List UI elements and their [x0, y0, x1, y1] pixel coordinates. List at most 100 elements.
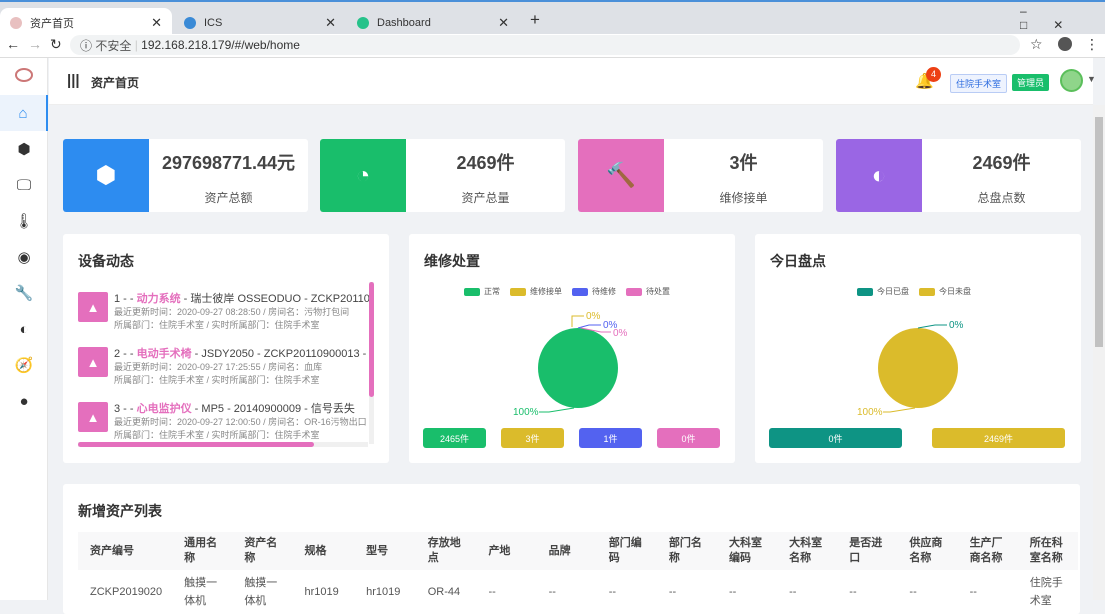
- panel-title: 设备动态: [78, 253, 134, 269]
- repair-pie-chart: 0% 0% 0% 100%: [513, 311, 628, 418]
- update-time: 最近更新时间：2020-09-27 08:28:50 / 房间名：污物打包间: [114, 307, 350, 317]
- tab-label: 资产首页: [30, 18, 74, 30]
- data-label: 100%: [513, 407, 539, 418]
- reload-icon[interactable]: ↻: [50, 36, 62, 53]
- table-cell: 触摸一体机: [244, 577, 278, 607]
- stat-card-total-value: ⬢ 297698771.44元 资产总额: [63, 139, 308, 212]
- stat-value: 2469件: [456, 153, 515, 173]
- stat-label: 资产总量: [461, 191, 510, 205]
- normal-count-button[interactable]: 2465件: [423, 428, 486, 448]
- address-bar-row: ← → ↻ ⓘ 不安全 | 192.168.218.179/#/web/home…: [0, 34, 1105, 58]
- page-title: 资产首页: [91, 76, 140, 90]
- browser-tab-bar: 资产首页 ✕ ICS ✕ Dashboard ✕ + –□✕: [0, 0, 1105, 38]
- department: 所属部门：住院手术室 / 实时所属部门：住院手术室: [114, 375, 320, 385]
- window-controls[interactable]: –□✕: [1020, 4, 1105, 32]
- column-header: 规格: [292, 532, 355, 570]
- repair-panel: 维修处置 正常 维修接单 待维修 待处置 0% 0% 0% 100% 2465件…: [409, 234, 735, 463]
- column-header: 生产厂商名称: [957, 532, 1018, 570]
- counted-today-button[interactable]: 0件: [769, 428, 902, 448]
- table-cell: 触摸一体机: [184, 577, 218, 607]
- data-label: 0%: [586, 311, 601, 322]
- sidebar-item-contrast[interactable]: ◐: [0, 311, 48, 347]
- hammer-icon: 🔨: [578, 139, 664, 212]
- forward-icon[interactable]: →: [28, 36, 42, 52]
- close-icon[interactable]: ✕: [498, 15, 509, 31]
- column-header: 大科室名称: [777, 532, 838, 570]
- table-cell: --: [909, 586, 917, 598]
- avatar[interactable]: [1060, 69, 1083, 92]
- label-line: [883, 407, 916, 413]
- logo: [15, 68, 33, 82]
- chevron-down-icon[interactable]: ▼: [1087, 74, 1096, 84]
- stat-value: 297698771.44元: [161, 153, 296, 173]
- department: 所属部门：住院手术室 / 实时所属部门：住院手术室: [114, 430, 320, 440]
- tab-label: ICS: [204, 17, 223, 29]
- sidebar-item-record[interactable]: ◉: [0, 239, 48, 275]
- table-cell: --: [849, 586, 857, 598]
- department: 所属部门：住院手术室 / 实时所属部门：住院手术室: [114, 320, 320, 330]
- pending-repair-count-button[interactable]: 1件: [579, 428, 642, 448]
- inventory-pie-chart: 0% 100%: [857, 320, 964, 418]
- sidebar-item-monitor[interactable]: 🖵: [0, 167, 48, 203]
- notification-badge: 4: [926, 67, 941, 82]
- table-cell: 住院手术室: [1029, 577, 1063, 607]
- new-tab-button[interactable]: +: [530, 10, 540, 30]
- pending-disposal-count-button[interactable]: 0件: [657, 428, 720, 448]
- table-cell: --: [548, 586, 556, 598]
- stat-card-total-count: ◔ 2469件 资产总量: [320, 139, 565, 212]
- column-header: 供应商名称: [897, 532, 958, 570]
- page-scrollbar[interactable]: [1093, 105, 1105, 600]
- list-item[interactable]: ▲ 1 - - 动力系统 - 瑞士彼岸 OSSEODUO - ZCKP201109…: [78, 286, 369, 341]
- data-label: 100%: [857, 407, 883, 418]
- menu-toggle-icon[interactable]: |||: [67, 72, 80, 89]
- url-field[interactable]: ⓘ 不安全 | 192.168.218.179/#/web/home: [70, 35, 1020, 55]
- menu-icon[interactable]: ⋮: [1085, 36, 1099, 53]
- vertical-scrollbar-track: [369, 282, 374, 444]
- warning-icon: ▲: [78, 347, 108, 377]
- column-header: 型号: [354, 532, 416, 570]
- contrast-icon: ◐: [836, 139, 922, 212]
- sidebar-item-thermometer[interactable]: 🌡: [0, 203, 48, 239]
- column-header: 部门名称: [656, 532, 717, 570]
- not-counted-today-button[interactable]: 2469件: [932, 428, 1065, 448]
- vertical-scrollbar-thumb[interactable]: [369, 282, 374, 397]
- asset-list-panel: 新增资产列表 资产编号 通用名称 资产名称 规格 型号 存放地点 产地 品牌 部门编码 部门名称大…: [63, 484, 1080, 614]
- sidebar-item-wrench[interactable]: 🔧: [0, 275, 48, 311]
- table-row[interactable]: ZCKP2019020 触摸一体机 触摸一体机 hr1019 hr1019 OR-44 --…: [78, 570, 1078, 614]
- sidebar: ⌂ ⬢ 🖵 🌡 ◉ 🔧 ◐ 🧭 ●: [0, 58, 48, 600]
- sidebar-item-home[interactable]: ⌂: [0, 95, 48, 131]
- horizontal-scrollbar-thumb[interactable]: [78, 442, 314, 447]
- close-icon[interactable]: ✕: [325, 15, 336, 31]
- stat-label: 维修接单: [719, 191, 768, 205]
- favicon-icon: [357, 17, 369, 29]
- stat-value: 2469件: [972, 153, 1031, 173]
- pie-slice-not-counted[interactable]: [878, 328, 958, 408]
- back-icon[interactable]: ←: [6, 36, 20, 52]
- favicon-icon: [10, 17, 22, 29]
- list-item[interactable]: ▲ 2 - - 电动手术椅 - JSDY2050 - ZCKP2011090001…: [78, 341, 369, 396]
- panel-title: 维修处置: [424, 253, 480, 269]
- column-header: 通用名称: [172, 532, 233, 570]
- table-cell: ZCKP2019020: [90, 586, 163, 598]
- table-cell: hr1019: [366, 586, 401, 598]
- close-icon[interactable]: ✕: [151, 15, 162, 31]
- table-cell: --: [488, 586, 496, 598]
- column-header: 品牌: [536, 532, 597, 570]
- repair-order-count-button[interactable]: 3件: [501, 428, 564, 448]
- device-activity-panel: 设备动态 ▲ 1 - - 动力系统 - 瑞士彼岸 OSSEODUO - ZCKP2…: [63, 234, 389, 463]
- sidebar-item-user[interactable]: ●: [0, 383, 48, 419]
- sidebar-item-cube[interactable]: ⬢: [0, 131, 48, 167]
- column-header: 产地: [476, 532, 537, 570]
- column-header: 资产编号: [78, 532, 173, 570]
- bookmark-star-icon[interactable]: ☆: [1030, 36, 1043, 53]
- sidebar-item-compass[interactable]: 🧭: [0, 347, 48, 383]
- page-scrollbar-thumb[interactable]: [1095, 117, 1103, 347]
- stat-card-inventory: ◐ 2469件 总盘点数: [836, 139, 1081, 212]
- column-header: 所在科室名称: [1017, 532, 1078, 570]
- pie-slice-normal[interactable]: [538, 328, 618, 408]
- table-cell: --: [668, 586, 677, 598]
- url-text: 192.168.218.179/#/web/home: [141, 38, 300, 52]
- profile-icon[interactable]: [1058, 37, 1072, 51]
- column-header: 部门编码: [596, 532, 657, 570]
- warning-icon: ▲: [78, 292, 108, 322]
